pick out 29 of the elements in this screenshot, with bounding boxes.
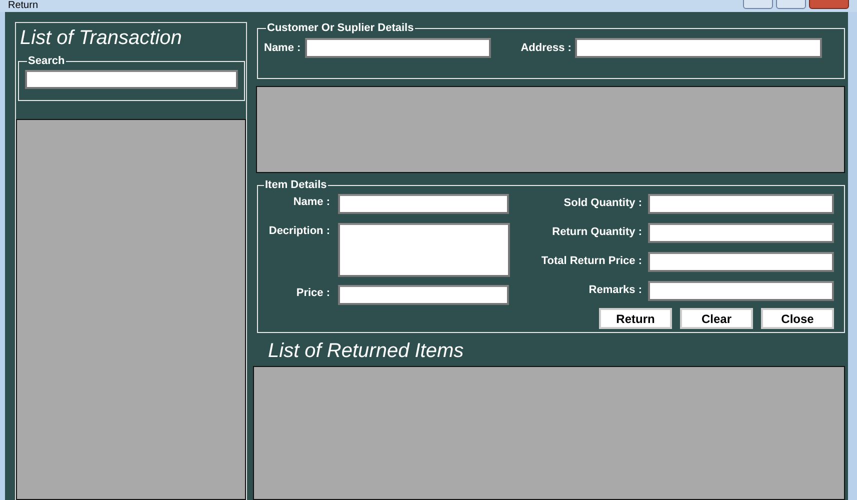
input-field[interactable] bbox=[648, 281, 834, 301]
input-field[interactable] bbox=[648, 223, 834, 243]
text-area[interactable] bbox=[338, 223, 510, 277]
panel-title: List of Transaction bbox=[20, 26, 183, 51]
input-field[interactable] bbox=[338, 285, 509, 305]
customer-list[interactable] bbox=[256, 86, 845, 173]
search-field[interactable] bbox=[25, 70, 238, 89]
input-field[interactable] bbox=[648, 194, 834, 214]
window-title: Return bbox=[8, 0, 38, 12]
input-field[interactable] bbox=[648, 252, 834, 272]
action-button[interactable]: Return bbox=[599, 308, 672, 329]
action-button[interactable]: Clear bbox=[680, 308, 753, 329]
name-label: Name : bbox=[264, 42, 301, 54]
field-label: Remarks : bbox=[588, 283, 642, 298]
action-button[interactable]: Close bbox=[761, 308, 834, 329]
field-label: Total Return Price : bbox=[541, 254, 642, 269]
section-title: List of Returned Items bbox=[268, 339, 465, 364]
input-field[interactable] bbox=[338, 194, 509, 214]
field-label: Decription : bbox=[268, 224, 330, 237]
address-field[interactable] bbox=[575, 38, 822, 58]
address-label: Address : bbox=[520, 42, 572, 54]
group-label: Search bbox=[27, 55, 66, 67]
name-field[interactable] bbox=[304, 38, 491, 58]
field-label: Name : bbox=[292, 195, 330, 208]
group-label: Item Details bbox=[264, 179, 328, 191]
field-label: Price : bbox=[295, 286, 330, 299]
field-label: Return Quantity : bbox=[552, 225, 642, 240]
field-label: Sold Quantity : bbox=[564, 196, 642, 211]
group-label: Customer Or Suplier Details bbox=[266, 22, 415, 34]
